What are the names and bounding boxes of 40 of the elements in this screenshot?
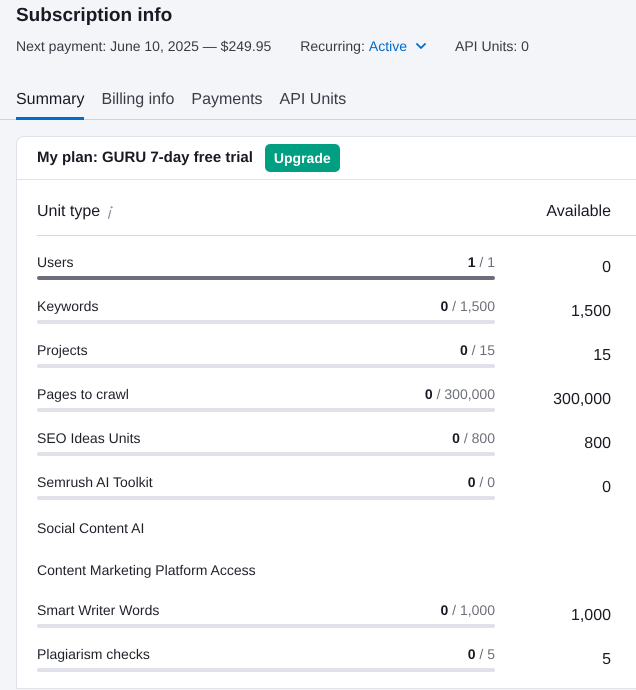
unit-type-label: Pages to crawl [37,385,129,404]
tab[interactable]: API Units [280,90,346,120]
usage-count: 0 / 0 [468,473,495,492]
info-icon [107,206,114,218]
tab[interactable]: Payments [191,90,263,120]
available-value: 0 [602,478,611,498]
usage-count: 0 / 5 [468,645,495,664]
column-header: Available [546,202,611,222]
usage-count: 0 / 15 [460,341,495,360]
unit-type-label: Projects [37,341,88,360]
plan-title: My plan: GURU 7-day free trial [37,148,253,168]
usage-count: 0 / 1,000 [440,601,495,620]
available-value: 1,000 [570,606,611,626]
available-value: 1,500 [570,302,611,322]
available-value: 0 [602,258,611,278]
usage-count: 0 / 800 [452,429,495,448]
unit-type-label: Content Marketing Platform Access [37,561,257,580]
unit-type-label: Social Content AI [37,519,146,538]
available-value: 300,000 [553,390,611,410]
api-units-text: API Units: 0 [455,37,529,56]
recurring-dropdown[interactable]: Active [368,36,426,56]
column-header: Unit type [37,202,100,222]
unit-type-label: Smart Writer Words [37,601,160,620]
usage-count: 0 / 1,500 [440,297,495,316]
usage-count: 0 / 300,000 [424,385,495,404]
chevron-down-icon [416,43,426,49]
available-value: 5 [602,650,611,670]
recurring-label: Recurring: [300,37,365,56]
page-title: Subscription info [16,4,172,28]
tab[interactable]: Summary [16,90,84,120]
unit-type-label: SEO Ideas Units [37,429,140,448]
next-payment-text: Next payment: June 10, 2025 — $249.95 [16,37,272,56]
available-value: 15 [593,346,611,366]
unit-type-label: Keywords [37,297,98,316]
available-value: 800 [584,434,611,454]
unit-type-label: Users [37,253,74,272]
tab[interactable]: Billing info [101,90,174,120]
unit-type-label: Plagiarism checks [37,645,150,664]
usage-count: 1 / 1 [468,253,495,272]
unit-type-label: Semrush AI Toolkit [37,473,153,492]
